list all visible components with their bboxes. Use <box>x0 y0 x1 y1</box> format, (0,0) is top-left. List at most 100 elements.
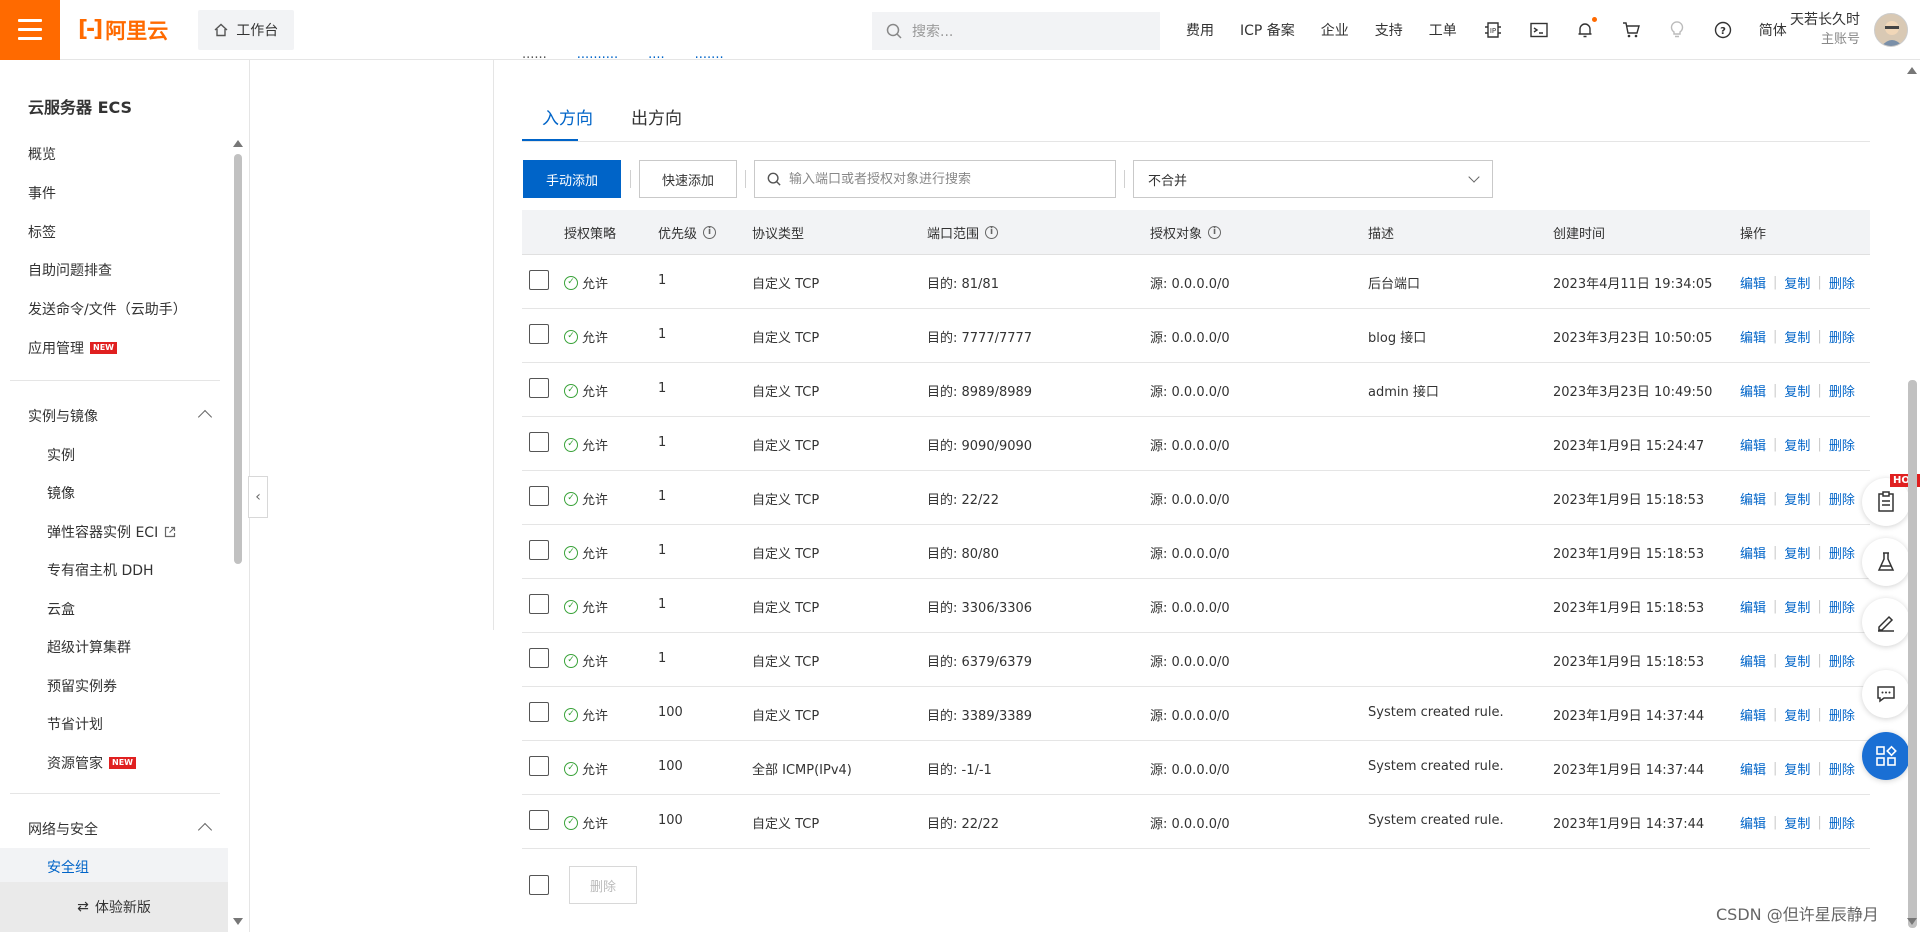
quick-add-button[interactable]: 快速添加 <box>639 160 737 198</box>
delete-link[interactable]: 删除 <box>1829 327 1855 346</box>
info-icon[interactable]: i <box>703 226 717 239</box>
sidebar-item-resource-manager[interactable]: 资源管家 NEW <box>47 753 136 773</box>
nav-icp[interactable]: ICP 备案 <box>1240 20 1295 40</box>
sidebar-item-eci[interactable]: 弹性容器实例 ECI <box>47 522 176 542</box>
batch-delete-button[interactable]: 删除 <box>569 866 637 904</box>
sidebar-item-overview[interactable]: 概览 <box>28 144 56 164</box>
edit-link[interactable]: 编辑 <box>1740 489 1766 508</box>
edit-float-button[interactable] <box>1862 598 1910 646</box>
main-scroll-up-arrow-icon[interactable] <box>1907 67 1917 74</box>
lab-float-button[interactable] <box>1862 538 1910 586</box>
sidebar-group-network-security[interactable]: 网络与安全 <box>28 819 98 839</box>
clipped-link[interactable]: ···· <box>648 51 665 63</box>
row-checkbox[interactable] <box>529 702 549 722</box>
collapse-sidebar-button[interactable]: ‹ <box>248 476 268 518</box>
global-search-input[interactable]: 搜索... <box>872 12 1160 50</box>
clipped-link[interactable]: ······· <box>695 51 724 63</box>
workbench-button[interactable]: 工作台 <box>198 9 295 50</box>
tab-outbound[interactable]: 出方向 <box>631 104 682 129</box>
edit-link[interactable]: 编辑 <box>1740 597 1766 616</box>
row-checkbox[interactable] <box>529 324 549 344</box>
copy-link[interactable]: 复制 <box>1784 597 1810 616</box>
row-checkbox[interactable] <box>529 378 549 398</box>
clipped-link[interactable]: ·········· <box>577 51 618 63</box>
account-menu[interactable]: 天若长久时 主账号 <box>1790 10 1860 50</box>
delete-link[interactable]: 删除 <box>1829 759 1855 778</box>
copy-link[interactable]: 复制 <box>1784 651 1810 670</box>
sidebar-item-cloud-box[interactable]: 云盒 <box>47 599 75 619</box>
delete-link[interactable]: 删除 <box>1829 381 1855 400</box>
select-all-checkbox[interactable] <box>529 875 549 895</box>
edit-link[interactable]: 编辑 <box>1740 543 1766 562</box>
delete-link[interactable]: 删除 <box>1829 705 1855 724</box>
hamburger-menu-button[interactable] <box>0 0 60 60</box>
language-switch[interactable]: 简体 <box>1759 20 1787 40</box>
sidebar-scrollbar[interactable] <box>234 154 242 564</box>
nav-enterprise[interactable]: 企业 <box>1321 20 1349 40</box>
chat-float-button[interactable] <box>1862 670 1910 718</box>
merge-select[interactable]: 不合并 <box>1133 160 1493 198</box>
lightbulb-icon[interactable] <box>1667 20 1687 40</box>
cart-icon[interactable] <box>1621 20 1641 40</box>
sidebar-item-cloud-assistant[interactable]: 发送命令/文件（云助手） <box>28 299 187 319</box>
edit-link[interactable]: 编辑 <box>1740 759 1766 778</box>
aliyun-logo[interactable]: [-] 阿里云 <box>78 15 168 45</box>
delete-link[interactable]: 删除 <box>1829 273 1855 292</box>
row-checkbox[interactable] <box>529 540 549 560</box>
sidebar-item-images[interactable]: 镜像 <box>47 483 75 503</box>
sidebar-scroll-down-arrow-icon[interactable] <box>233 918 243 925</box>
row-checkbox[interactable] <box>529 270 549 290</box>
chevron-up-icon[interactable] <box>197 822 213 838</box>
row-checkbox[interactable] <box>529 486 549 506</box>
apps-float-button[interactable] <box>1862 732 1910 780</box>
rule-search-box[interactable] <box>754 160 1116 198</box>
sidebar-item-tags[interactable]: 标签 <box>28 222 56 242</box>
row-checkbox[interactable] <box>529 648 549 668</box>
row-checkbox[interactable] <box>529 756 549 776</box>
sidebar-item-events[interactable]: 事件 <box>28 183 56 203</box>
ip-icon[interactable]: IP <box>1483 20 1503 40</box>
main-scroll-down-arrow-icon[interactable] <box>1907 918 1917 925</box>
edit-link[interactable]: 编辑 <box>1740 381 1766 400</box>
manual-add-button[interactable]: 手动添加 <box>523 160 621 198</box>
try-new-version-button[interactable]: ⇄ 体验新版 <box>0 882 228 932</box>
row-checkbox[interactable] <box>529 810 549 830</box>
copy-link[interactable]: 复制 <box>1784 705 1810 724</box>
edit-link[interactable]: 编辑 <box>1740 273 1766 292</box>
main-scrollbar[interactable] <box>1908 380 1917 928</box>
nav-support[interactable]: 支持 <box>1375 20 1403 40</box>
avatar[interactable] <box>1874 13 1908 47</box>
info-icon[interactable]: i <box>1208 226 1222 239</box>
copy-link[interactable]: 复制 <box>1784 543 1810 562</box>
sidebar-item-savings-plan[interactable]: 节省计划 <box>47 714 103 734</box>
copy-link[interactable]: 复制 <box>1784 813 1810 832</box>
copy-link[interactable]: 复制 <box>1784 327 1810 346</box>
help-icon[interactable]: ? <box>1713 20 1733 40</box>
delete-link[interactable]: 删除 <box>1829 813 1855 832</box>
sidebar-item-scc[interactable]: 超级计算集群 <box>47 637 131 657</box>
copy-link[interactable]: 复制 <box>1784 273 1810 292</box>
sidebar-scroll-up-arrow-icon[interactable] <box>233 140 243 147</box>
sidebar-item-security-group[interactable]: 安全组 <box>47 857 89 877</box>
delete-link[interactable]: 删除 <box>1829 489 1855 508</box>
delete-link[interactable]: 删除 <box>1829 543 1855 562</box>
sidebar-item-ddh[interactable]: 专有宿主机 DDH <box>47 560 154 580</box>
edit-link[interactable]: 编辑 <box>1740 813 1766 832</box>
copy-link[interactable]: 复制 <box>1784 759 1810 778</box>
edit-link[interactable]: 编辑 <box>1740 435 1766 454</box>
row-checkbox[interactable] <box>529 594 549 614</box>
sidebar-group-instances-images[interactable]: 实例与镜像 <box>28 406 98 426</box>
tab-inbound[interactable]: 入方向 <box>542 104 593 129</box>
bell-icon[interactable] <box>1575 17 1597 40</box>
delete-link[interactable]: 删除 <box>1829 597 1855 616</box>
sidebar-item-reserved-instances[interactable]: 预留实例券 <box>47 676 117 696</box>
copy-link[interactable]: 复制 <box>1784 381 1810 400</box>
delete-link[interactable]: 删除 <box>1829 651 1855 670</box>
sidebar-item-troubleshoot[interactable]: 自助问题排查 <box>28 260 112 280</box>
chevron-up-icon[interactable] <box>197 409 213 425</box>
info-icon[interactable]: i <box>985 226 999 239</box>
edit-link[interactable]: 编辑 <box>1740 327 1766 346</box>
rule-search-input[interactable] <box>789 171 1109 187</box>
sidebar-item-app-management[interactable]: 应用管理 NEW <box>28 338 117 358</box>
nav-fees[interactable]: 费用 <box>1186 20 1214 40</box>
